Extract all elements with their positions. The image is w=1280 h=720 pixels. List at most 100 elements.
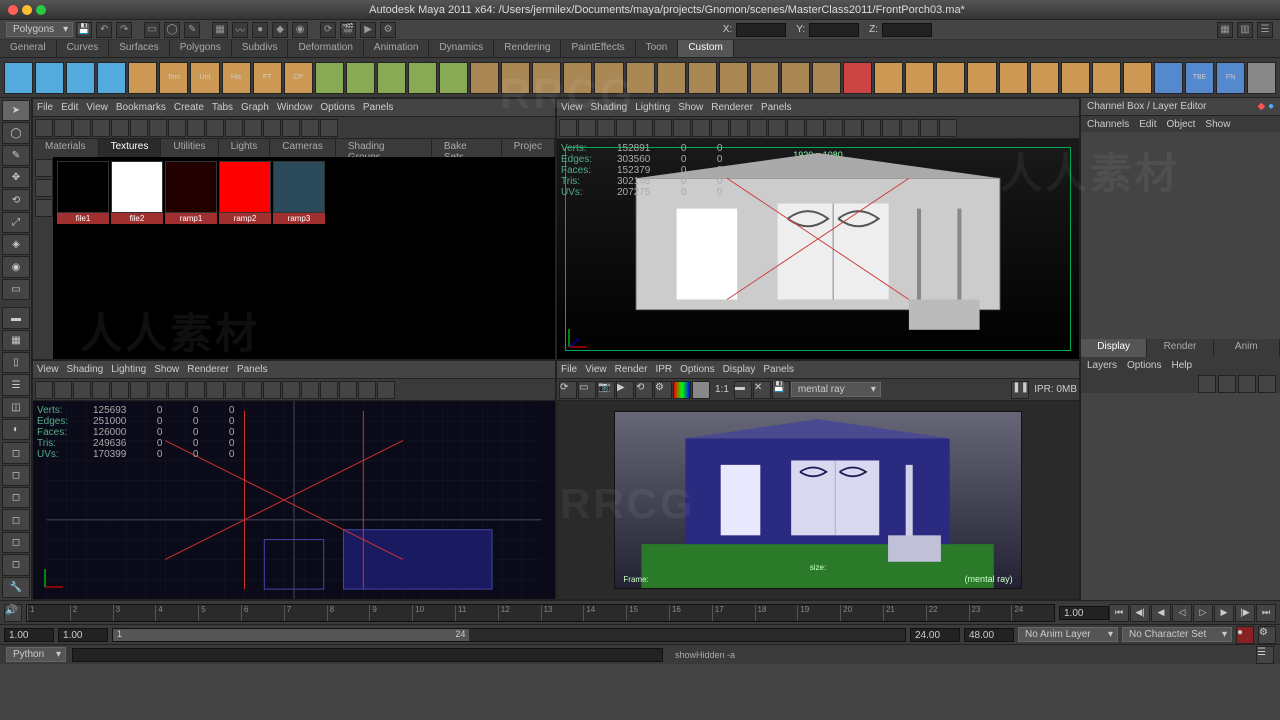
hs-side-c[interactable] <box>35 199 53 217</box>
coord-y-field[interactable] <box>809 23 859 37</box>
layout-icon[interactable]: ▦ <box>1217 22 1233 38</box>
layer-up-icon[interactable] <box>1218 375 1236 393</box>
quick-layout-e[interactable]: ◻ <box>2 532 30 553</box>
swatch-area[interactable]: file1file2ramp1ramp2ramp3 <box>53 157 329 359</box>
shelf-button[interactable] <box>812 62 841 94</box>
layer-menu-layers[interactable]: Layers <box>1087 360 1117 371</box>
rv-save-icon[interactable]: 💾 <box>772 381 790 399</box>
hypershade-tab-bake sets[interactable]: Bake Sets <box>432 139 502 157</box>
sidebar-toggle-icon[interactable]: ▥ <box>1237 22 1253 38</box>
shelf-button[interactable] <box>97 62 126 94</box>
quick-layout-a[interactable]: ◻ <box>2 442 30 463</box>
minimize-icon[interactable] <box>22 5 32 15</box>
shelf-tab-custom[interactable]: Custom <box>678 40 733 57</box>
shelf-button[interactable] <box>439 62 468 94</box>
rv-rgb-icon[interactable] <box>673 381 691 399</box>
hs-side-a[interactable] <box>35 159 53 177</box>
snap-point-icon[interactable]: ● <box>252 22 268 38</box>
hs-tool-m[interactable] <box>263 119 281 137</box>
vp-tool[interactable] <box>635 119 653 137</box>
vp-tool[interactable] <box>92 381 110 399</box>
menu-lighting[interactable]: Lighting <box>111 364 146 375</box>
vp-tool[interactable] <box>559 119 577 137</box>
shelf-button[interactable] <box>4 62 33 94</box>
menu-panels[interactable]: Panels <box>363 102 394 113</box>
render-icon[interactable]: 🎬 <box>340 22 356 38</box>
swatch-file1[interactable]: file1 <box>57 161 109 355</box>
vp-tool[interactable] <box>673 119 691 137</box>
hs-tool-f[interactable] <box>130 119 148 137</box>
step-back-key-icon[interactable]: ◀| <box>1130 604 1150 622</box>
current-time-field[interactable]: 1.00 <box>1059 606 1109 620</box>
vp-tool[interactable] <box>578 119 596 137</box>
vp-tool[interactable] <box>377 381 395 399</box>
menu-show[interactable]: Show <box>154 364 179 375</box>
vp-tool[interactable] <box>320 381 338 399</box>
vp-tool[interactable] <box>692 119 710 137</box>
shelf-tab-subdivs[interactable]: Subdivs <box>232 40 289 57</box>
attr-editor-icon[interactable]: ☰ <box>1257 22 1273 38</box>
menu-view[interactable]: View <box>86 102 108 113</box>
hypershade-tab-utilities[interactable]: Utilities <box>161 139 218 157</box>
shelf-button[interactable] <box>66 62 95 94</box>
save-icon[interactable]: 💾 <box>76 22 92 38</box>
soft-tool[interactable]: ◉ <box>2 256 30 277</box>
vp-tool[interactable] <box>787 119 805 137</box>
shelf-button[interactable] <box>1061 62 1090 94</box>
select-mode-icon[interactable]: ▭ <box>144 22 160 38</box>
rv-refresh-icon[interactable]: ⟲ <box>635 381 653 399</box>
vp-tool[interactable] <box>339 381 357 399</box>
close-icon[interactable] <box>8 5 18 15</box>
cb-icon[interactable]: ● <box>1268 101 1274 112</box>
shelf-button[interactable] <box>688 62 717 94</box>
menu-create[interactable]: Create <box>174 102 204 113</box>
script-lang-dropdown[interactable]: Python <box>6 647 66 662</box>
ortho-viewport[interactable]: Verts:125693000Edges:251000000Faces:1260… <box>33 401 555 599</box>
vp-tool[interactable] <box>711 119 729 137</box>
layer-tab-render[interactable]: Render <box>1147 339 1213 357</box>
layer-menu-options[interactable]: Options <box>1127 360 1161 371</box>
hs-tool-e[interactable] <box>111 119 129 137</box>
menu-bookmarks[interactable]: Bookmarks <box>116 102 166 113</box>
time-ruler[interactable]: 123456789101112131415161718192021222324 <box>26 604 1055 622</box>
quick-layout-b[interactable]: ◻ <box>2 465 30 486</box>
hs-tool-i[interactable] <box>187 119 205 137</box>
shelf-button[interactable]: TBE <box>1185 62 1214 94</box>
menu-file[interactable]: File <box>37 102 53 113</box>
shelf-tab-painteffects[interactable]: PaintEffects <box>561 40 635 57</box>
snap-plane-icon[interactable]: ◆ <box>272 22 288 38</box>
step-back-icon[interactable]: ◀ <box>1151 604 1171 622</box>
quick-layout-d[interactable]: ◻ <box>2 509 30 530</box>
hs-tool-n[interactable] <box>282 119 300 137</box>
shelf-button[interactable]: FN <box>1216 62 1245 94</box>
shelf-button[interactable]: CP <box>284 62 313 94</box>
menu-panels[interactable]: Panels <box>761 102 792 113</box>
menu-lighting[interactable]: Lighting <box>635 102 670 113</box>
hypershade-tab-materials[interactable]: Materials <box>33 139 99 157</box>
hs-tool-b[interactable] <box>54 119 72 137</box>
snap-curve-icon[interactable]: 〰 <box>232 22 248 38</box>
shelf-button[interactable]: His <box>222 62 251 94</box>
menu-render[interactable]: Render <box>615 364 648 375</box>
hs-tool-k[interactable] <box>225 119 243 137</box>
hs-tool-p[interactable] <box>320 119 338 137</box>
go-end-icon[interactable]: ⏭ <box>1256 604 1276 622</box>
shelf-button[interactable] <box>719 62 748 94</box>
render-view[interactable]: (mental ray) size: Frame: <box>557 401 1079 599</box>
step-fwd-icon[interactable]: ▶ <box>1214 604 1234 622</box>
shelf-button[interactable] <box>35 62 64 94</box>
shelf-tab-toon[interactable]: Toon <box>636 40 679 57</box>
paint-tool[interactable]: ✎ <box>2 145 30 166</box>
shelf-button[interactable] <box>874 62 903 94</box>
hs-tool-a[interactable] <box>35 119 53 137</box>
move-tool[interactable]: ✥ <box>2 167 30 188</box>
anim-end-field[interactable]: 48.00 <box>964 628 1014 642</box>
shelf-button[interactable]: Unt <box>190 62 219 94</box>
shelf-button[interactable] <box>128 62 157 94</box>
shelf-button[interactable] <box>1030 62 1059 94</box>
hs-tool-o[interactable] <box>301 119 319 137</box>
character-set-dropdown[interactable]: No Character Set <box>1122 627 1232 642</box>
mode-selector[interactable]: Polygons <box>6 22 73 37</box>
ipr-icon[interactable]: ▶ <box>360 22 376 38</box>
menu-renderer[interactable]: Renderer <box>187 364 229 375</box>
